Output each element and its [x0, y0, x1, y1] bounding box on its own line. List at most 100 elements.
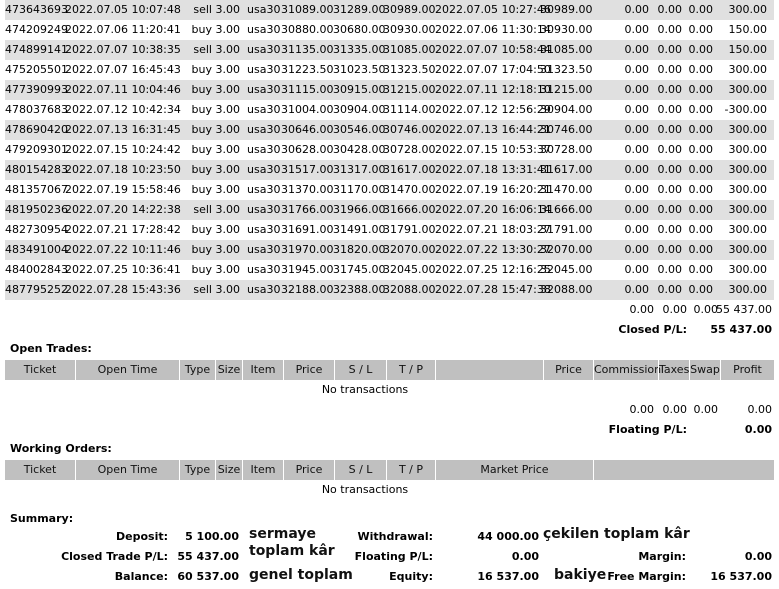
cell-size: 3.00	[215, 283, 241, 296]
cell-type: buy	[191, 243, 212, 256]
free-margin-label: Free Margin:	[607, 570, 686, 583]
cell-size: 3.00	[215, 263, 241, 276]
cell-profit: 300.00	[728, 243, 768, 256]
cell-tp: 31791.00	[383, 223, 436, 236]
cell-price: 32188.00	[281, 283, 334, 296]
margin-value: 0.00	[744, 550, 772, 563]
closed-total-profit: 55 437.00	[716, 303, 772, 316]
cell-ticket: 481357067	[5, 183, 68, 196]
table-row: 487795252 2022.07.28 15:43:36 sell 3.00 usa3…	[5, 280, 774, 300]
cell-size: 3.00	[215, 3, 241, 16]
cell-item: usa30	[247, 43, 281, 56]
cell-ticket: 474209249	[5, 23, 68, 36]
cell-close-time: 2022.07.28 15:47:38	[435, 283, 551, 296]
col-open-time: Open Time	[97, 363, 158, 376]
cell-close-time: 2022.07.11 12:18:10	[435, 83, 551, 96]
cell-profit: 300.00	[728, 63, 768, 76]
cell-profit: 300.00	[728, 83, 768, 96]
cell-price: 31370.00	[281, 183, 334, 196]
cell-profit: 300.00	[728, 223, 768, 236]
working-orders-header: Ticket Open Time Type Size Item Price S …	[5, 460, 774, 480]
cell-open-time: 2022.07.25 10:36:41	[65, 263, 181, 276]
balance-value: 60 537.00	[177, 570, 239, 583]
cell-close-price: 31666.00	[540, 203, 593, 216]
col-price: Price	[295, 363, 323, 376]
cell-profit: -300.00	[724, 103, 767, 116]
cell-commission: 0.00	[624, 143, 650, 156]
cell-open-time: 2022.07.13 16:31:45	[65, 123, 181, 136]
cell-taxes: 0.00	[657, 143, 683, 156]
cell-open-time: 2022.07.18 10:23:50	[65, 163, 181, 176]
col-ticket: Ticket	[23, 463, 57, 476]
cell-commission: 0.00	[624, 83, 650, 96]
cell-sl: 31966.00	[333, 203, 386, 216]
table-row: 483491004 2022.07.22 10:11:46 buy 3.00 usa30…	[5, 240, 774, 260]
cell-close-price: 32088.00	[540, 283, 593, 296]
cell-sl: 31745.00	[333, 263, 386, 276]
floating-pl-value: 0.00	[744, 423, 772, 436]
cell-taxes: 0.00	[657, 283, 683, 296]
table-row: 481357067 2022.07.19 15:58:46 buy 3.00 usa30…	[5, 180, 774, 200]
annotation-cekilen-toplam-kar: çekilen toplam kâr	[543, 526, 690, 542]
cell-close-price: 32070.00	[540, 243, 593, 256]
cell-tp: 31666.00	[383, 203, 436, 216]
cell-type: sell	[193, 3, 212, 16]
cell-commission: 0.00	[624, 163, 650, 176]
cell-price: 31135.00	[281, 43, 334, 56]
cell-type: buy	[191, 123, 212, 136]
cell-type: buy	[191, 103, 212, 116]
col-ticket: Ticket	[23, 363, 57, 376]
cell-item: usa30	[247, 103, 281, 116]
cell-close-time: 2022.07.18 13:31:41	[435, 163, 551, 176]
cell-size: 3.00	[215, 123, 241, 136]
cell-taxes: 0.00	[657, 203, 683, 216]
col-market-price: Market Price	[480, 463, 549, 476]
balance-label: Balance:	[114, 570, 168, 583]
cell-ticket: 475205501	[5, 63, 68, 76]
cell-close-price: 31791.00	[540, 223, 593, 236]
cell-commission: 0.00	[624, 203, 650, 216]
cell-close-time: 2022.07.22 13:30:27	[435, 243, 551, 256]
cell-type: buy	[191, 183, 212, 196]
table-row: 474209249 2022.07.06 11:20:41 buy 3.00 usa30…	[5, 20, 774, 40]
col-type: Type	[184, 363, 211, 376]
annotation-genel-toplam: genel toplam	[249, 567, 353, 583]
cell-size: 3.00	[215, 103, 241, 116]
equity-value: 16 537.00	[477, 570, 539, 583]
table-row: 478690420 2022.07.13 16:31:45 buy 3.00 usa30…	[5, 120, 774, 140]
cell-taxes: 0.00	[657, 23, 683, 36]
cell-size: 3.00	[215, 183, 241, 196]
cell-ticket: 484002843	[5, 263, 68, 276]
cell-type: buy	[191, 143, 212, 156]
cell-tp: 31085.00	[383, 43, 436, 56]
cell-item: usa30	[247, 223, 281, 236]
cell-type: buy	[191, 163, 212, 176]
cell-ticket: 487795252	[5, 283, 68, 296]
cell-commission: 0.00	[624, 3, 650, 16]
cell-close-price: 30930.00	[540, 23, 593, 36]
cell-type: sell	[193, 283, 212, 296]
cell-taxes: 0.00	[657, 3, 683, 16]
col-tp: T / P	[398, 463, 424, 476]
floating-pl-label: Floating P/L:	[608, 423, 687, 436]
cell-open-time: 2022.07.20 14:22:38	[65, 203, 181, 216]
col-tp: T / P	[398, 363, 424, 376]
cell-ticket: 478037683	[5, 103, 68, 116]
cell-tp: 30728.00	[383, 143, 436, 156]
cell-price: 31970.00	[281, 243, 334, 256]
closed-total-commission: 0.00	[629, 303, 655, 316]
col-item: Item	[250, 363, 276, 376]
cell-price: 31766.00	[281, 203, 334, 216]
col-price: Price	[295, 463, 323, 476]
free-margin-value: 16 537.00	[710, 570, 772, 583]
cell-size: 3.00	[215, 83, 241, 96]
cell-size: 3.00	[215, 143, 241, 156]
cell-close-price: 32045.00	[540, 263, 593, 276]
cell-open-time: 2022.07.05 10:07:48	[65, 3, 181, 16]
cell-taxes: 0.00	[657, 63, 683, 76]
cell-item: usa30	[247, 163, 281, 176]
cell-sl: 31491.00	[333, 223, 386, 236]
cell-open-time: 2022.07.15 10:24:42	[65, 143, 181, 156]
table-row: 479209301 2022.07.15 10:24:42 buy 3.00 usa30…	[5, 140, 774, 160]
col-taxes: Taxes	[659, 363, 690, 376]
